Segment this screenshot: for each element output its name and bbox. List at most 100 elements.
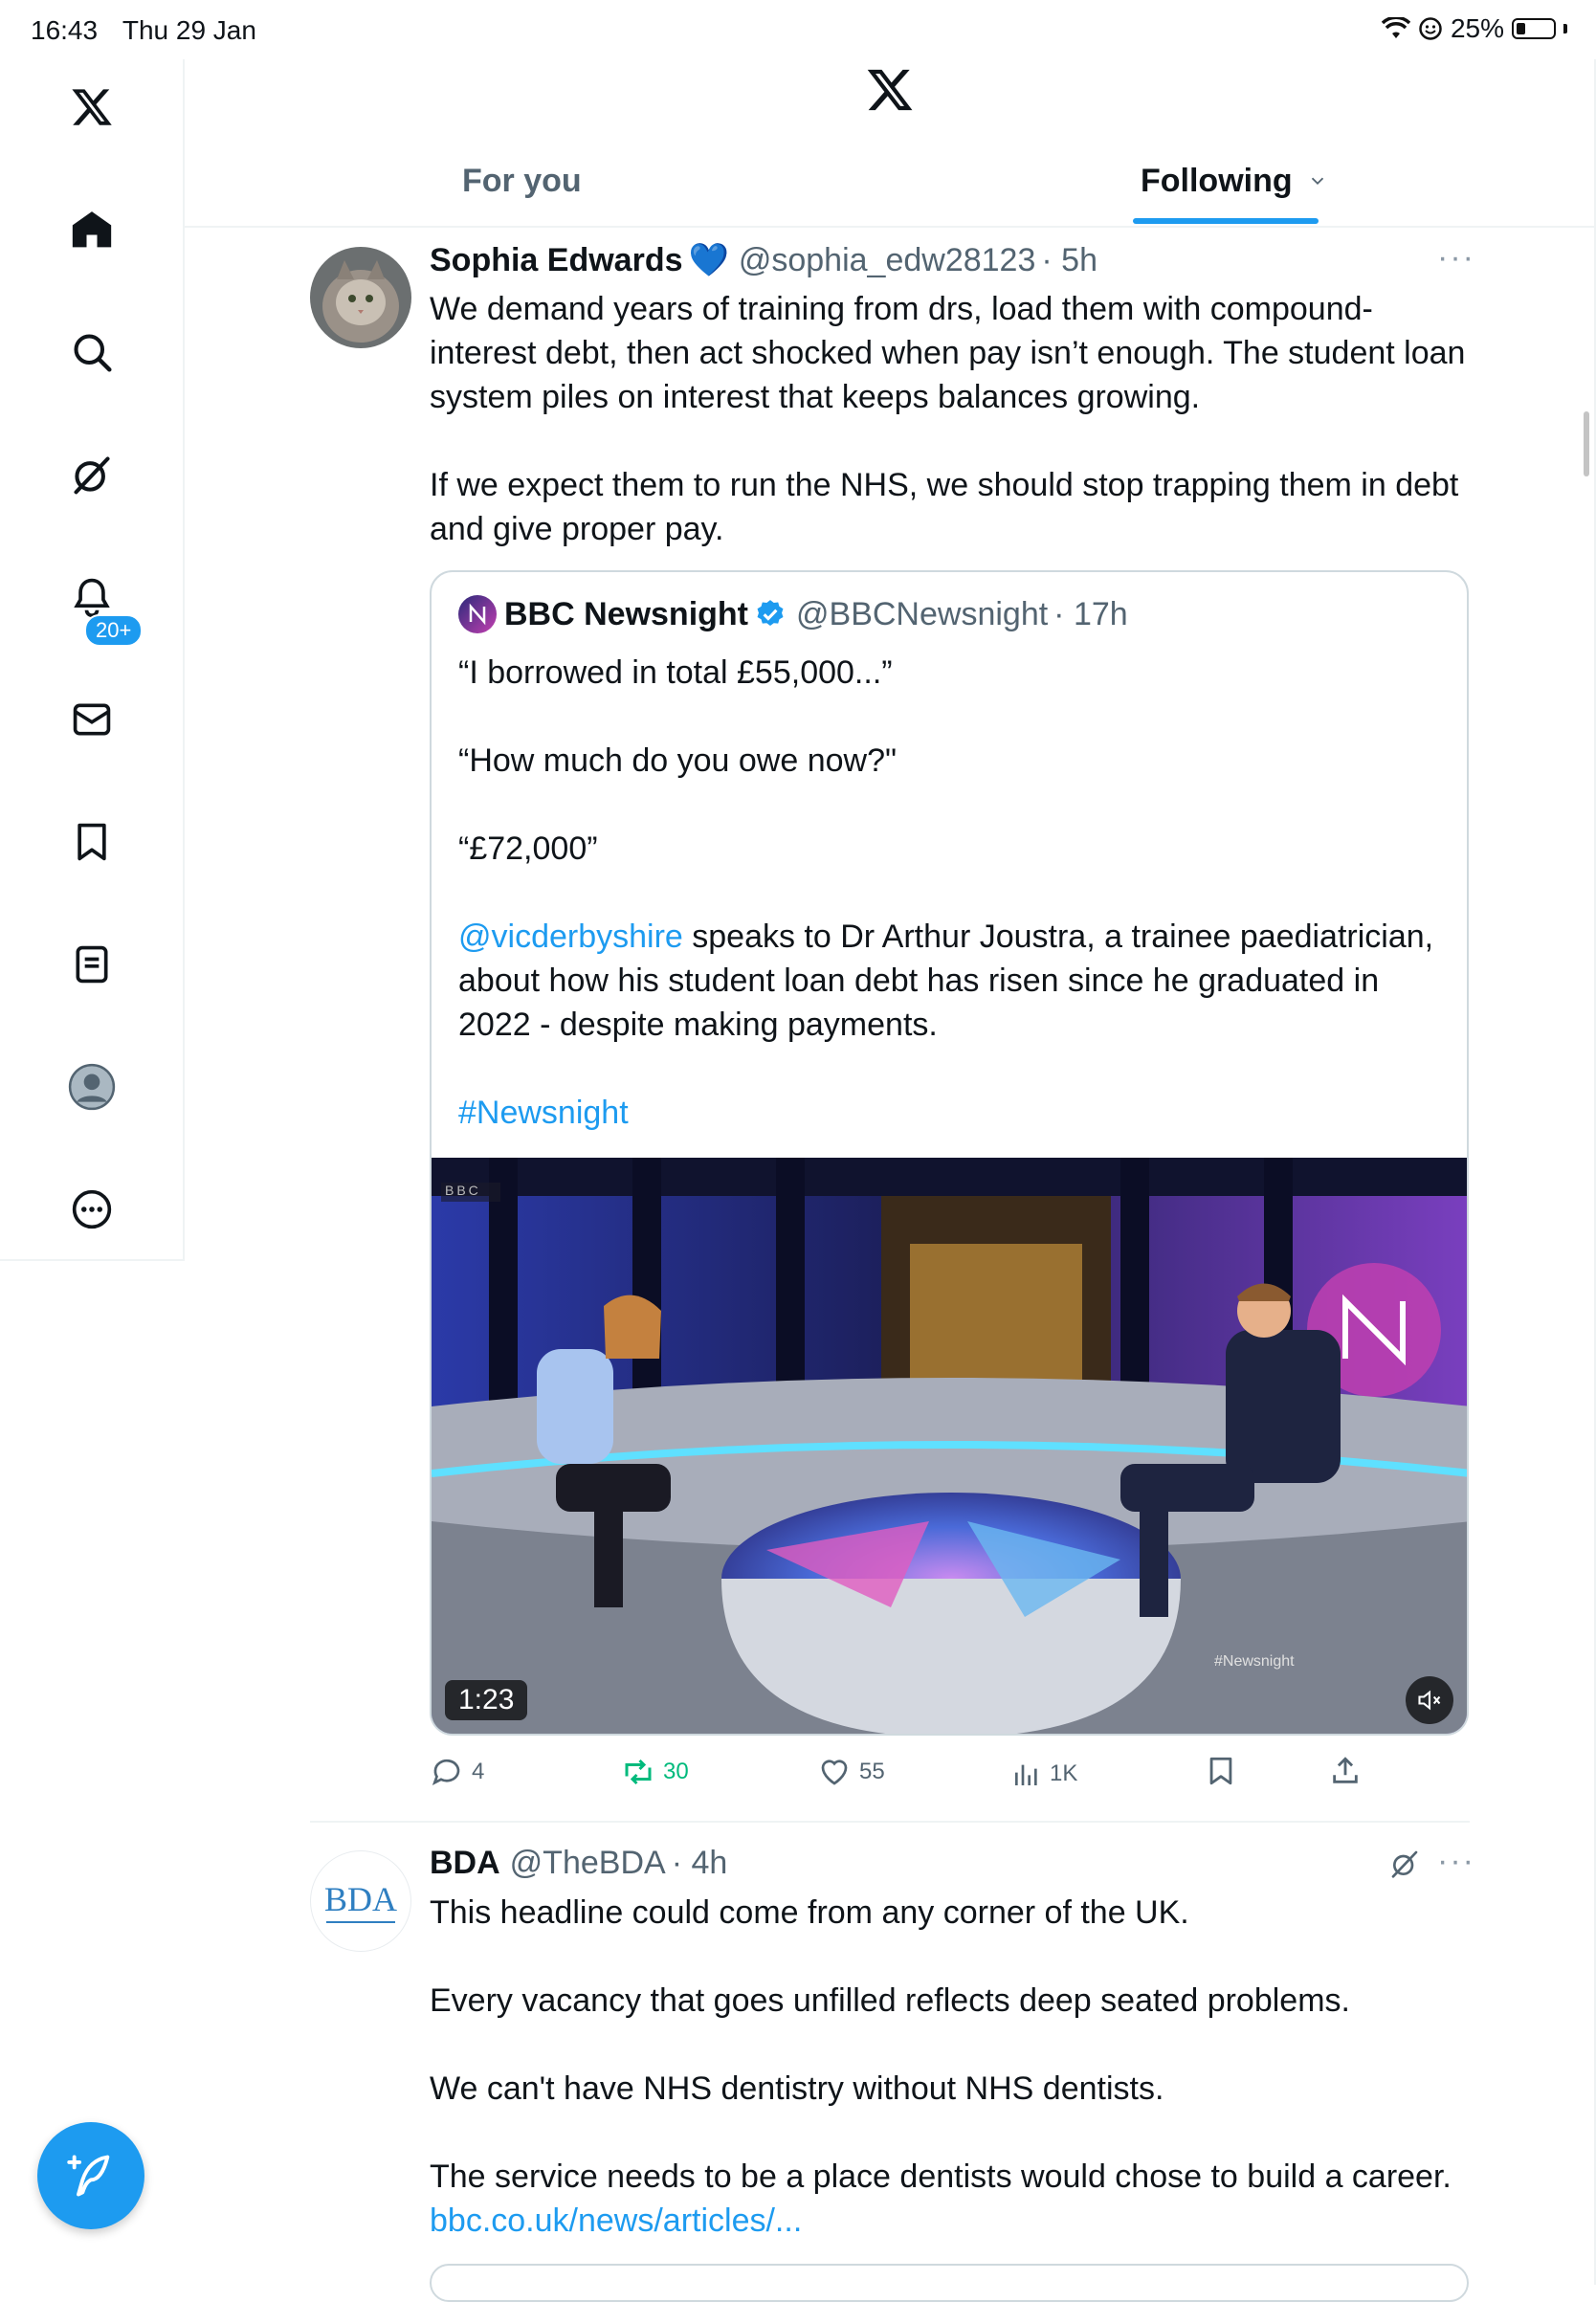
bda-avatar-underline xyxy=(326,1921,395,1923)
post-paragraph: Every vacancy that goes unfilled reflect… xyxy=(430,1982,1350,2019)
quote-line: “How much do you owe now?" xyxy=(458,742,898,779)
grok-icon xyxy=(74,456,110,495)
video-player[interactable]: BBC #Newsnight 1:23 xyxy=(432,1158,1467,1734)
grok-explain-button[interactable] xyxy=(1389,1848,1420,1884)
cat-avatar-icon xyxy=(310,247,411,348)
repost-button[interactable]: 30 xyxy=(621,1755,689,1789)
bookmark-icon xyxy=(1209,1757,1232,1785)
sidebar-item-home[interactable] xyxy=(54,191,130,268)
author-name[interactable]: Sophia Edwards xyxy=(430,242,683,279)
bbc-newsnight-avatar-icon xyxy=(458,595,497,633)
active-tab-indicator xyxy=(1133,218,1319,224)
article-link[interactable]: bbc.co.uk/news/articles/... xyxy=(430,2202,802,2239)
reply-count: 4 xyxy=(472,1759,485,1784)
repost-count: 30 xyxy=(663,1759,689,1784)
sidebar-item-explore[interactable] xyxy=(54,314,130,390)
header-x-logo[interactable] xyxy=(865,65,915,120)
compose-icon xyxy=(67,2155,110,2197)
bookmark-button[interactable] xyxy=(1205,1755,1237,1787)
sidebar-item-messages[interactable] xyxy=(54,681,130,758)
post-paragraph: If we expect them to run the NHS, we sho… xyxy=(430,467,1459,547)
sidebar-nav: 20+ xyxy=(0,59,185,1261)
messages-icon xyxy=(73,703,111,736)
heart-icon xyxy=(821,1760,848,1785)
reply-icon xyxy=(432,1759,460,1785)
battery-percent: 25% xyxy=(1450,13,1504,43)
quote-line: “I borrowed in total £55,000...” xyxy=(458,654,893,691)
quote-line: “£72,000” xyxy=(458,830,598,867)
reply-button[interactable]: 4 xyxy=(430,1755,484,1789)
views-button[interactable]: 1K xyxy=(1011,1759,1077,1789)
like-count: 55 xyxy=(859,1759,885,1784)
post-paragraph: This headline could come from any corner… xyxy=(430,1894,1189,1931)
link-card[interactable] xyxy=(430,2264,1469,2302)
sidebar-item-grok[interactable] xyxy=(54,436,130,513)
video-duration: 1:23 xyxy=(445,1680,528,1720)
post-time[interactable]: · 5h xyxy=(1041,242,1097,279)
verified-heart-icon: 💙 xyxy=(688,242,729,278)
bda-avatar-text: BDA xyxy=(323,1880,397,1918)
battery-icon xyxy=(1512,18,1556,39)
more-dots-icon: ··· xyxy=(1437,239,1475,276)
views-chart-icon xyxy=(1015,1764,1037,1785)
post-text: We demand years of training from drs, lo… xyxy=(430,287,1473,551)
channel-logo: BBC xyxy=(445,1183,481,1198)
share-icon xyxy=(1333,1757,1358,1783)
quoted-author-name: BBC Newsnight xyxy=(504,595,748,632)
post-time[interactable]: · 4h xyxy=(672,1845,728,1882)
avatar[interactable] xyxy=(310,247,411,348)
bookmarks-icon xyxy=(78,823,106,861)
mute-button[interactable] xyxy=(1406,1676,1453,1724)
verified-badge-icon xyxy=(757,600,784,627)
quoted-post[interactable]: BBC Newsnight @BBCNewsnight · 17h “I bor… xyxy=(430,570,1469,1736)
post-text: This headline could come from any corner… xyxy=(430,1891,1473,2243)
tab-for-you[interactable]: For you xyxy=(462,163,582,200)
quoted-author-handle: @BBCNewsnight xyxy=(796,595,1049,632)
more-dots-icon: ··· xyxy=(1437,1843,1475,1879)
post-action-bar: 4 30 55 1K xyxy=(430,1755,1386,1801)
author-handle[interactable]: @TheBDA xyxy=(510,1845,666,1882)
x-logo-icon xyxy=(72,89,112,125)
profile-icon xyxy=(68,1063,116,1111)
status-date: Thu 29 Jan xyxy=(122,15,256,45)
scrollbar[interactable] xyxy=(1584,411,1589,476)
newsnight-overlay-tag: #Newsnight xyxy=(1214,1653,1295,1670)
lists-icon xyxy=(76,945,108,984)
more-icon xyxy=(72,1189,112,1229)
like-button[interactable]: 55 xyxy=(817,1755,885,1789)
more-options-button[interactable]: ··· xyxy=(1437,1843,1475,1880)
studio-video-thumbnail xyxy=(432,1158,1467,1734)
notification-badge: 20+ xyxy=(84,614,144,647)
home-icon xyxy=(72,211,112,248)
hashtag-link[interactable]: #Newsnight xyxy=(458,1095,629,1131)
status-time: 16:43 xyxy=(31,15,99,45)
wifi-icon xyxy=(1381,17,1410,38)
author-name[interactable]: BDA xyxy=(430,1845,500,1882)
sidebar-item-profile[interactable] xyxy=(54,1049,130,1125)
mention-link[interactable]: @vicderbyshire xyxy=(458,919,683,955)
repost-icon xyxy=(625,1759,652,1785)
status-bar: 16:43 Thu 29 Jan 25% xyxy=(0,0,1596,59)
compose-button[interactable] xyxy=(37,2122,144,2229)
sidebar-item-bookmarks[interactable] xyxy=(54,804,130,880)
chevron-down-icon xyxy=(1311,177,1324,186)
post-paragraph: We demand years of training from drs, lo… xyxy=(430,291,1466,415)
sidebar-item-lists[interactable] xyxy=(54,926,130,1003)
tab-following-label: Following xyxy=(1141,163,1293,199)
post-paragraph: The service needs to be a place dentists… xyxy=(430,2158,1452,2195)
notifications-icon xyxy=(74,578,110,617)
share-button[interactable] xyxy=(1329,1755,1362,1787)
timeline-tabs: For you Following xyxy=(185,144,1594,228)
focus-icon xyxy=(1419,17,1442,40)
muted-speaker-icon xyxy=(1418,1690,1441,1711)
sidebar-item-more[interactable] xyxy=(54,1171,130,1248)
more-options-button[interactable]: ··· xyxy=(1437,239,1475,277)
sidebar-item-x-logo[interactable] xyxy=(54,69,130,145)
post-paragraph: We can't have NHS dentistry without NHS … xyxy=(430,2070,1164,2107)
author-handle[interactable]: @sophia_edw28123 xyxy=(739,242,1036,279)
avatar[interactable]: BDA xyxy=(310,1850,411,1952)
x-logo-icon xyxy=(867,69,913,111)
view-count: 1K xyxy=(1050,1760,1078,1786)
quoted-text: “I borrowed in total £55,000...” “How mu… xyxy=(458,651,1453,1135)
tab-following[interactable]: Following xyxy=(1141,163,1328,200)
